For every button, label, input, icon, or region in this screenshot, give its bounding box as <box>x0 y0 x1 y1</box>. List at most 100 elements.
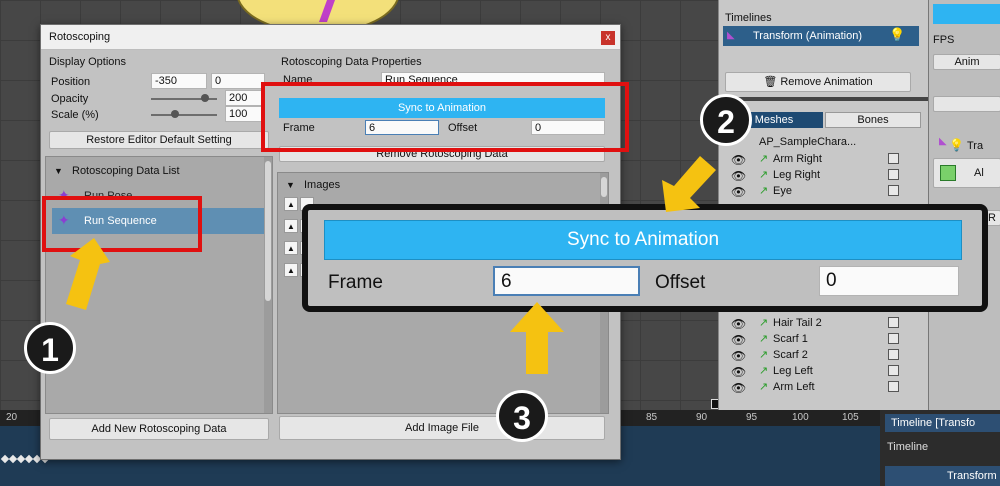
tab-bones[interactable]: Bones <box>825 112 921 128</box>
scroll-thumb[interactable] <box>601 177 607 197</box>
lightbulb-icon[interactable]: 💡 <box>889 25 905 45</box>
timeline-panel-title[interactable]: Timeline [Transfo <box>885 414 1000 432</box>
layer-name: Scarf 2 <box>773 349 808 361</box>
layer-checkbox[interactable] <box>888 365 899 376</box>
timelines-label: Timelines <box>725 12 772 24</box>
lightbulb-icon: 💡 <box>949 138 964 152</box>
zoom-sync-button[interactable]: Sync to Animation <box>324 220 962 260</box>
layer-checkbox[interactable] <box>888 381 899 392</box>
remove-animation-label: Remove Animation <box>780 76 873 88</box>
add-icon <box>940 165 956 181</box>
images-heading: Images <box>304 179 341 191</box>
eye-icon[interactable]: 👁 <box>731 184 746 200</box>
bone-icon: ↗ <box>759 153 769 165</box>
bone-icon: ↗ <box>759 333 769 345</box>
timeline-item[interactable]: ◣ Transform (Animation) 💡 <box>723 26 919 46</box>
scale-slider-knob[interactable] <box>171 110 179 118</box>
move-up-icon[interactable]: ▲ <box>284 241 298 255</box>
properties-heading: Rotoscoping Data Properties <box>281 56 422 68</box>
layer-row[interactable]: 👁 ↗ Eye <box>731 183 921 199</box>
layer-name: Scarf 1 <box>773 333 808 345</box>
position-y-field[interactable]: 0 <box>211 73 265 89</box>
callout-arrow-3 <box>510 302 564 374</box>
layer-checkbox[interactable] <box>888 317 899 328</box>
zoom-offset-label: Offset <box>655 272 706 293</box>
data-list-heading: Rotoscoping Data List <box>72 165 180 177</box>
ruler-tick: 90 <box>696 412 708 423</box>
bone-icon: ↗ <box>759 349 769 361</box>
position-x-field[interactable]: -350 <box>151 73 207 89</box>
eye-icon[interactable]: 👁 <box>731 348 746 364</box>
zoom-frame-field[interactable]: 6 <box>493 266 640 296</box>
eye-icon[interactable]: 👁 <box>731 332 746 348</box>
scroll-thumb[interactable] <box>265 161 271 301</box>
root-object-name[interactable]: AP_SampleChara... <box>759 136 856 148</box>
trash-icon: 🗑 <box>763 76 778 88</box>
scrollbar[interactable] <box>264 157 272 413</box>
bone-icon: ↗ <box>759 185 769 197</box>
layer-checkbox[interactable] <box>888 153 899 164</box>
timeline-label: Timeline <box>887 441 929 453</box>
move-up-icon[interactable]: ▲ <box>284 197 298 211</box>
layer-row[interactable]: 👁 ↗ Leg Right <box>731 167 921 183</box>
scale-field[interactable]: 100 <box>225 106 265 122</box>
collapse-icon[interactable]: ▼ <box>286 180 295 190</box>
callout-badge-2: 2 <box>700 94 752 146</box>
move-up-icon[interactable]: ▲ <box>284 263 298 277</box>
callout-arrow-2 <box>662 156 716 212</box>
restore-default-button[interactable]: Restore Editor Default Setting <box>49 131 269 149</box>
anim-button[interactable]: Anim <box>933 54 1000 70</box>
display-options-heading: Display Options <box>49 56 127 68</box>
dialog-titlebar[interactable] <box>41 25 620 50</box>
inspector-top-button[interactable] <box>933 4 1000 24</box>
remove-animation-button[interactable]: 🗑 Remove Animation <box>725 72 911 92</box>
tra-label: Tra <box>967 140 984 152</box>
highlight-box-sync <box>261 82 629 152</box>
al-label: Al <box>974 167 984 179</box>
eye-icon[interactable]: 👁 <box>731 380 746 396</box>
eye-icon[interactable]: 👁 <box>731 168 746 184</box>
move-up-icon[interactable]: ▲ <box>284 219 298 233</box>
timeline-item-label: Transform (Animation) <box>753 30 863 42</box>
layer-name: Leg Left <box>773 365 813 377</box>
eye-icon[interactable]: 👁 <box>731 152 746 168</box>
layer-row[interactable]: 👁 ↗ Scarf 2 <box>731 347 921 363</box>
timeline-track-transform[interactable]: Transform <box>885 466 1000 486</box>
layer-name: Arm Right <box>773 153 822 165</box>
scale-slider[interactable] <box>151 114 217 116</box>
bone-icon: ↗ <box>759 317 769 329</box>
eye-icon[interactable]: 👁 <box>731 364 746 380</box>
eye-icon[interactable]: 👁 <box>731 316 746 332</box>
layer-row[interactable]: 👁 ↗ Arm Right <box>731 151 921 167</box>
opacity-field[interactable]: 200 <box>225 90 265 106</box>
dialog-title: Rotoscoping <box>49 31 111 43</box>
layer-row[interactable]: 👁 ↗ Arm Left <box>731 379 921 395</box>
ruler-tick: 95 <box>746 412 758 423</box>
layer-row[interactable]: 👁 ↗ Leg Left <box>731 363 921 379</box>
fps-label: FPS <box>933 34 955 46</box>
layer-checkbox[interactable] <box>888 333 899 344</box>
inspector-blank-button[interactable] <box>933 96 1000 112</box>
opacity-label: Opacity <box>51 93 89 105</box>
ruler-tick: 100 <box>792 412 809 423</box>
close-icon[interactable]: x <box>601 31 615 45</box>
scale-label: Scale (%) <box>51 109 99 121</box>
collapse-icon[interactable]: ▼ <box>54 166 63 176</box>
layer-checkbox[interactable] <box>888 185 899 196</box>
bone-icon: ↗ <box>759 169 769 181</box>
callout-arrow-1 <box>66 238 110 310</box>
layer-row[interactable]: 👁 ↗ Hair Tail 2 <box>731 315 921 331</box>
layer-checkbox[interactable] <box>888 169 899 180</box>
bone-icon: ↗ <box>759 365 769 377</box>
zoom-offset-field[interactable]: 0 <box>819 266 959 296</box>
ruler-tick: 20 <box>6 412 18 423</box>
add-bone-button[interactable]: Al <box>933 158 1000 188</box>
panel-divider[interactable] <box>719 97 929 101</box>
opacity-slider-knob[interactable] <box>201 94 209 102</box>
animation-icon: ◣ <box>939 136 947 147</box>
add-rotoscoping-data-button[interactable]: Add New Rotoscoping Data <box>49 418 269 440</box>
layer-checkbox[interactable] <box>888 349 899 360</box>
layer-row[interactable]: 👁 ↗ Scarf 1 <box>731 331 921 347</box>
add-image-file-button[interactable]: Add Image File <box>279 416 605 440</box>
callout-badge-3: 3 <box>496 390 548 442</box>
